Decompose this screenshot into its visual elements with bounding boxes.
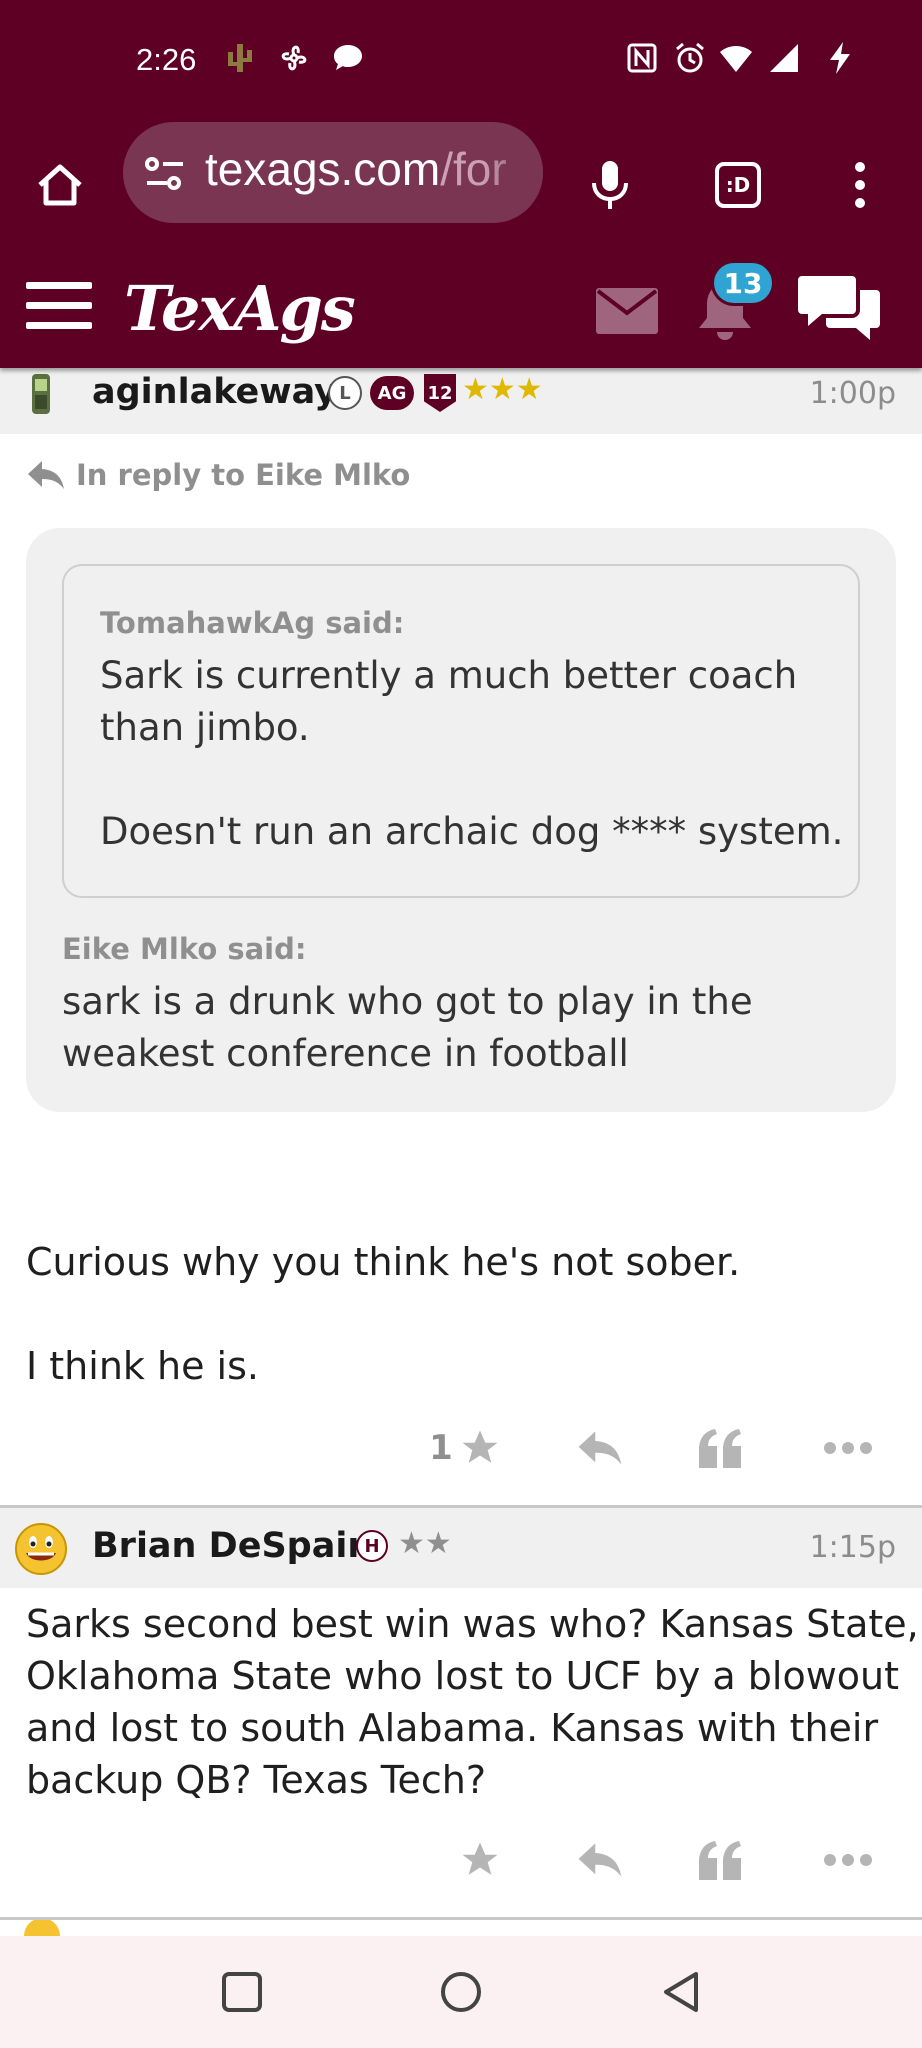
in-reply-to-text: In reply to Eike Mlko	[76, 458, 411, 492]
system-nav-bar	[0, 1936, 922, 2048]
rank-badge-h: H	[356, 1530, 388, 1562]
microphone-icon	[592, 161, 628, 209]
post-divider	[0, 1917, 922, 1920]
quote-author: Eike Mlko said:	[62, 932, 307, 966]
back-button[interactable]	[652, 1962, 712, 2022]
post-body-line: Oklahoma State who lost to UCF by a blow…	[26, 1654, 900, 1698]
star-count: 1	[429, 1428, 453, 1468]
voice-search-button[interactable]	[578, 153, 642, 217]
nested-quote-block: TomahawkAg said: Sark is currently a muc…	[62, 564, 860, 898]
status-bar: 2:26	[0, 0, 922, 120]
smiley-avatar[interactable]	[14, 1522, 68, 1576]
back-triangle-icon	[664, 1972, 698, 2012]
more-horiz-icon	[824, 1854, 872, 1866]
reply-button[interactable]	[570, 1820, 630, 1900]
home-nav-button[interactable]	[431, 1962, 491, 2022]
reply-button[interactable]	[570, 1408, 630, 1488]
url-text: texags.com/for	[205, 143, 507, 195]
user-stars: ★★★	[462, 372, 543, 407]
quote-icon	[699, 1429, 741, 1468]
texags-logo[interactable]: TexAgs	[124, 272, 356, 345]
post-time[interactable]: 1:15p	[810, 1530, 896, 1565]
quote-line: weakest conference in football	[62, 1032, 629, 1075]
more-vert-icon	[855, 162, 865, 208]
post-body-line: I think he is.	[26, 1344, 259, 1388]
browser-toolbar: texags.com/for :D	[0, 120, 922, 250]
mail-icon[interactable]	[596, 288, 658, 334]
post-header: Brian DeSpain H ★★ 1:15p	[0, 1508, 922, 1588]
post-body-line: backup QB? Texas Tech?	[26, 1758, 487, 1802]
next-post-avatar-partial	[24, 1920, 60, 1936]
home-button[interactable]	[28, 153, 92, 217]
star-button[interactable]	[450, 1820, 510, 1900]
address-bar[interactable]: texags.com/for	[123, 122, 543, 223]
user-stars: ★★	[398, 1526, 452, 1561]
status-time: 2:26	[136, 42, 197, 77]
more-horiz-icon	[824, 1442, 872, 1454]
notification-count-badge[interactable]: 13	[711, 260, 775, 306]
reply-arrow-icon	[28, 461, 64, 489]
wifi-icon	[720, 46, 752, 72]
nested-quote-line: Sark is currently a much better coach	[100, 654, 798, 697]
home-circle-icon	[441, 1972, 481, 2012]
avatar[interactable]	[14, 368, 68, 422]
star-icon	[462, 1842, 498, 1875]
site-settings-icon[interactable]	[143, 154, 187, 194]
battery-charging-icon	[830, 42, 850, 74]
recents-button[interactable]	[212, 1962, 272, 2022]
cactus-icon	[228, 44, 252, 72]
post-actions	[0, 1820, 922, 1900]
tab-icon-label: :D	[725, 173, 751, 197]
quote-line: sark is a drunk who got to play in the	[62, 980, 753, 1023]
alarm-icon	[676, 42, 704, 73]
nfc-icon	[627, 43, 657, 73]
nested-quote-line: Doesn't run an archaic dog **** system.	[100, 810, 844, 853]
in-reply-to-link[interactable]: In reply to Eike Mlko	[26, 458, 410, 492]
post-actions: 1	[0, 1408, 922, 1488]
site-header: TexAgs 13	[0, 250, 922, 368]
post-body-line: and lost to south Alabama. Kansas with t…	[26, 1706, 879, 1750]
post-time[interactable]: 1:00p	[810, 376, 896, 411]
more-options-button[interactable]	[816, 1820, 880, 1900]
reply-icon	[578, 1431, 622, 1465]
more-options-button[interactable]	[816, 1408, 880, 1488]
hamburger-menu-icon[interactable]	[26, 280, 92, 332]
reply-icon	[578, 1843, 622, 1877]
tab-switcher-button[interactable]: :D	[706, 153, 770, 217]
post-body-line: Sarks second best win was who? Kansas St…	[26, 1602, 919, 1646]
post-username[interactable]: Brian DeSpain	[92, 1526, 372, 1566]
tab-count-icon: :D	[715, 162, 761, 208]
star-icon	[462, 1430, 498, 1463]
nested-quote-line: than jimbo.	[100, 706, 310, 749]
rank-badge-l: L	[328, 376, 362, 410]
rank-badge-ag: AG	[370, 376, 414, 410]
quote-button[interactable]	[690, 1820, 750, 1900]
quote-icon	[699, 1841, 741, 1880]
chat-bubble-icon	[334, 45, 362, 70]
chat-forum-icon[interactable]	[796, 272, 882, 344]
browser-menu-button[interactable]	[828, 153, 892, 217]
post-username[interactable]: aginlakeway	[92, 372, 337, 412]
nested-quote-author: TomahawkAg said:	[100, 606, 405, 640]
post-body-line: Curious why you think he's not sober.	[26, 1240, 741, 1284]
star-button[interactable]: 1	[420, 1408, 510, 1488]
home-icon	[38, 164, 82, 206]
quote-button[interactable]	[690, 1408, 750, 1488]
recents-square-icon	[222, 1972, 262, 2012]
cell-signal-icon	[770, 44, 798, 72]
quote-block: TomahawkAg said: Sark is currently a muc…	[26, 528, 896, 1112]
rank-badge-12: 12	[424, 374, 456, 412]
fan-icon	[281, 45, 307, 71]
